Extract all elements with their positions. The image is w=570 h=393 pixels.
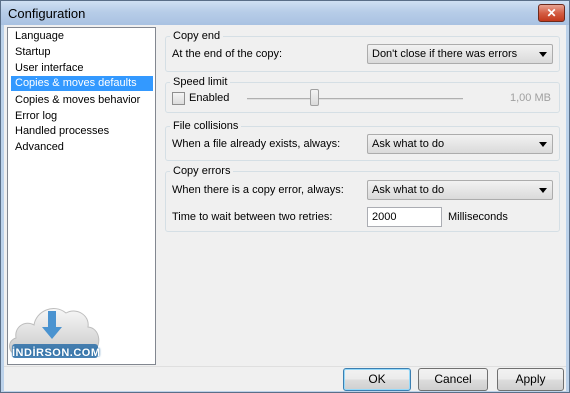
copy-errors-group: Copy errors When there is a copy error, … bbox=[165, 165, 560, 232]
copy-end-title: Copy end bbox=[170, 30, 224, 42]
speed-limit-value: 1,00 MB bbox=[510, 92, 551, 104]
nav-item-error-log[interactable]: Error log bbox=[11, 109, 61, 124]
copy-errors-value: Ask what to do bbox=[372, 184, 445, 196]
chevron-down-icon bbox=[539, 188, 547, 193]
nav-item-copies-moves-defaults[interactable]: Copies & moves defaults bbox=[11, 76, 153, 91]
file-collisions-dropdown[interactable]: Ask what to do bbox=[367, 134, 553, 154]
copy-errors-label: When there is a copy error, always: bbox=[172, 184, 344, 196]
file-collisions-title: File collisions bbox=[170, 120, 242, 132]
speed-limit-title: Speed limit bbox=[170, 76, 231, 88]
chevron-down-icon bbox=[539, 52, 547, 57]
close-button[interactable]: ✕ bbox=[538, 4, 565, 22]
nav-item-advanced[interactable]: Advanced bbox=[11, 140, 68, 155]
apply-button[interactable]: Apply bbox=[497, 368, 564, 391]
retry-delay-input[interactable]: 2000 bbox=[367, 207, 442, 227]
footer-divider bbox=[4, 366, 566, 367]
speed-limit-slider-track[interactable] bbox=[247, 98, 463, 100]
retry-delay-unit: Milliseconds bbox=[448, 211, 508, 223]
file-collisions-label: When a file already exists, always: bbox=[172, 138, 341, 150]
speed-limit-slider-thumb[interactable] bbox=[310, 89, 319, 106]
copy-errors-title: Copy errors bbox=[170, 165, 234, 177]
speed-limit-group: Speed limit Enabled 1,00 MB bbox=[165, 76, 560, 113]
file-collisions-value: Ask what to do bbox=[372, 138, 445, 150]
nav-item-user-interface[interactable]: User interface bbox=[11, 61, 87, 76]
title-bar[interactable]: Configuration ✕ bbox=[1, 1, 569, 25]
retry-delay-label: Time to wait between two retries: bbox=[172, 211, 333, 223]
settings-panel: Copy end At the end of the copy: Don't c… bbox=[157, 27, 564, 365]
configuration-window: Configuration ✕ Language Startup User in… bbox=[0, 0, 570, 393]
nav-item-copies-moves-behavior[interactable]: Copies & moves behavior bbox=[11, 93, 144, 108]
copy-end-group: Copy end At the end of the copy: Don't c… bbox=[165, 30, 560, 72]
nav-item-language[interactable]: Language bbox=[11, 29, 68, 44]
chevron-down-icon bbox=[539, 142, 547, 147]
copy-end-dropdown[interactable]: Don't close if there was errors bbox=[367, 44, 553, 64]
retry-delay-value: 2000 bbox=[372, 211, 397, 223]
copy-end-value: Don't close if there was errors bbox=[372, 48, 518, 60]
nav-item-handled-processes[interactable]: Handled processes bbox=[11, 124, 113, 139]
nav-item-startup[interactable]: Startup bbox=[11, 45, 54, 60]
speed-limit-checkbox-label[interactable]: Enabled bbox=[189, 92, 229, 104]
watermark-logo-text: İNDİRSON.COM bbox=[12, 347, 101, 359]
ok-button[interactable]: OK bbox=[343, 368, 411, 391]
copy-end-label: At the end of the copy: bbox=[172, 48, 283, 60]
file-collisions-group: File collisions When a file already exis… bbox=[165, 120, 560, 161]
copy-errors-dropdown[interactable]: Ask what to do bbox=[367, 180, 553, 200]
window-title: Configuration bbox=[8, 6, 86, 21]
cancel-button[interactable]: Cancel bbox=[418, 368, 488, 391]
speed-limit-checkbox[interactable] bbox=[172, 92, 185, 105]
